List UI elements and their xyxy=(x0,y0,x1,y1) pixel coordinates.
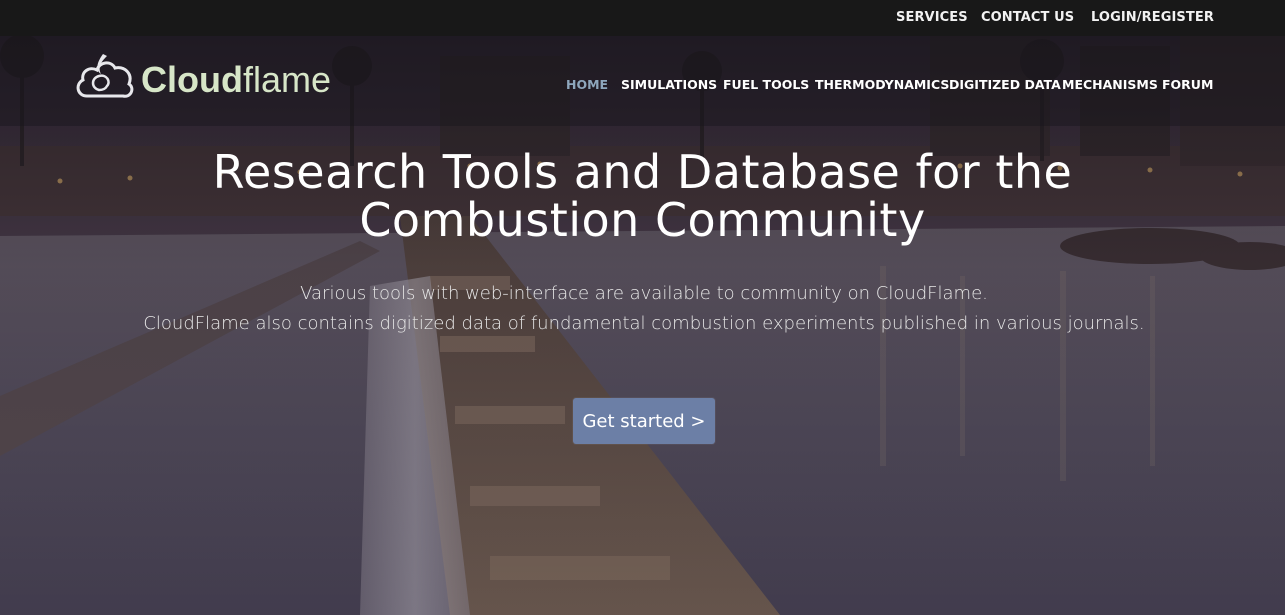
top-utility-bar: SERVICES CONTACT US LOGIN/REGISTER xyxy=(0,0,1285,36)
brand-name: Cloudflame xyxy=(141,59,331,101)
cloud-flame-logo-icon xyxy=(76,54,134,98)
topbar-link-contact-us[interactable]: CONTACT US xyxy=(981,10,1074,25)
get-started-button[interactable]: Get started > xyxy=(573,398,715,444)
nav-item-forum[interactable]: FORUM xyxy=(1162,77,1213,92)
topbar-link-login-register[interactable]: LOGIN/REGISTER xyxy=(1091,10,1214,25)
brand-name-light: flame xyxy=(242,59,332,100)
hero-title: Research Tools and Database for the Comb… xyxy=(212,145,1073,247)
nav-item-fuel-tools[interactable]: FUEL TOOLS xyxy=(723,77,809,92)
site-header: Cloudflame HOME SIMULATIONS FUEL TOOLS T… xyxy=(0,36,1285,126)
brand-name-bold: Cloud xyxy=(141,59,243,100)
nav-item-mechanisms[interactable]: MECHANISMS xyxy=(1062,77,1158,92)
nav-item-simulations[interactable]: SIMULATIONS xyxy=(621,77,717,92)
nav-item-thermodynamics[interactable]: THERMODYNAMICS xyxy=(815,77,949,92)
nav-item-home[interactable]: HOME xyxy=(566,77,608,92)
nav-item-digitized-data[interactable]: DIGITIZED DATA xyxy=(949,77,1061,92)
hero-subtitle-line-1: Various tools with web-interface are ava… xyxy=(300,283,988,304)
hero-subtitle-line-2: CloudFlame also contains digitized data … xyxy=(143,313,1145,334)
hero-subtitle: Various tools with web-interface are ava… xyxy=(110,279,1178,339)
topbar-link-services[interactable]: SERVICES xyxy=(896,10,968,25)
